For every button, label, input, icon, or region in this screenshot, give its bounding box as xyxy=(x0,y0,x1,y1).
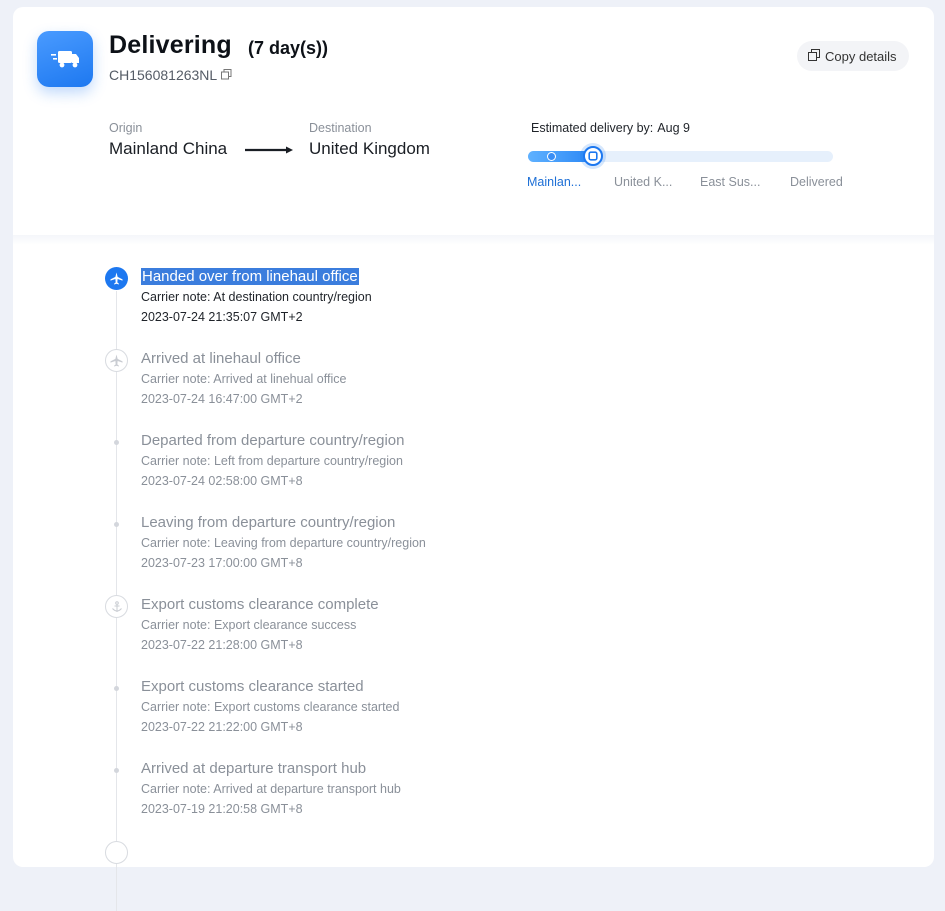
copy-details-label: Copy details xyxy=(825,48,897,64)
stage-label: Mainlan... xyxy=(527,175,582,189)
stage-label: Delivered xyxy=(790,175,843,189)
event-time: 2023-07-24 16:47:00 GMT+2 xyxy=(141,392,303,406)
progress-package-icon xyxy=(583,146,603,166)
event-time: 2023-07-19 21:20:58 GMT+8 xyxy=(141,802,303,816)
tracking-card: Delivering (7 day(s)) CH156081263NL Copy… xyxy=(13,7,934,911)
event-title[interactable]: Handed over from linehaul office xyxy=(141,268,359,285)
event-title: Leaving from departure country/region xyxy=(141,514,396,531)
stage-label: United K... xyxy=(614,175,673,189)
destination-value: United Kingdom xyxy=(309,139,430,158)
airplane-icon xyxy=(105,349,128,372)
event-note: Carrier note: At destination country/reg… xyxy=(141,290,372,304)
copy-icon xyxy=(808,48,820,64)
event-title: Export customs clearance started xyxy=(141,678,364,695)
eta-label: Estimated delivery by: xyxy=(531,121,654,135)
timeline-event: Arrived at departure transport hub Carri… xyxy=(13,737,934,819)
copy-details-button[interactable]: Copy details xyxy=(797,41,909,71)
event-note: Carrier note: Left from departure countr… xyxy=(141,454,403,468)
anchor-icon xyxy=(105,595,128,618)
airplane-icon xyxy=(105,267,128,290)
estimated-delivery: Estimated delivery by: Aug 9 xyxy=(531,121,690,135)
origin-block: Origin Mainland China xyxy=(109,121,227,159)
tracking-number: CH156081263NL xyxy=(109,67,218,83)
tracking-number-row: CH156081263NL xyxy=(109,67,232,83)
progress-track xyxy=(528,151,833,162)
event-note: Carrier note: Arrived at linehual office xyxy=(141,372,347,386)
timeline-dot xyxy=(114,440,119,445)
event-time: 2023-07-24 21:35:07 GMT+2 xyxy=(141,310,303,324)
stage-label: East Sus... xyxy=(700,175,761,189)
event-time: 2023-07-23 17:00:00 GMT+8 xyxy=(141,556,303,570)
timeline-dot xyxy=(114,522,119,527)
event-note: Carrier note: Leaving from departure cou… xyxy=(141,536,426,550)
timeline-dot xyxy=(114,686,119,691)
destination-label: Destination xyxy=(309,121,372,135)
event-title: Arrived at linehaul office xyxy=(141,350,301,367)
timeline-event: Export customs clearance complete Carrie… xyxy=(13,573,934,655)
event-time: 2023-07-24 02:58:00 GMT+8 xyxy=(141,474,303,488)
progress-start-dot xyxy=(547,152,556,161)
copy-tracking-icon[interactable] xyxy=(221,67,232,83)
event-note: Carrier note: Export customs clearance s… xyxy=(141,700,400,714)
event-title: Export customs clearance complete xyxy=(141,596,379,613)
event-title: Arrived at departure transport hub xyxy=(141,760,367,777)
status-title: Delivering xyxy=(109,31,232,59)
eta-value: Aug 9 xyxy=(657,121,690,135)
transit-days: (7 day(s)) xyxy=(248,38,329,58)
event-title: Departed from departure country/region xyxy=(141,432,405,449)
timeline-event: Export customs clearance started Carrier… xyxy=(13,655,934,737)
event-note: Carrier note: Export clearance success xyxy=(141,618,357,632)
timeline-marker xyxy=(105,841,128,864)
destination-block: Destination United Kingdom xyxy=(309,121,430,159)
event-time: 2023-07-22 21:22:00 GMT+8 xyxy=(141,720,303,734)
timeline-event: Handed over from linehaul office Carrier… xyxy=(13,245,934,327)
timeline-event-partial xyxy=(13,819,934,901)
shipment-summary: Delivering (7 day(s)) CH156081263NL Copy… xyxy=(13,7,934,235)
delivery-truck-icon xyxy=(37,31,93,87)
origin-value: Mainland China xyxy=(109,139,228,158)
event-note: Carrier note: Arrived at departure trans… xyxy=(141,782,401,796)
timeline-event: Departed from departure country/region C… xyxy=(13,409,934,491)
timeline-event: Leaving from departure country/region Ca… xyxy=(13,491,934,573)
section-divider xyxy=(13,235,934,245)
timeline-dot xyxy=(114,768,119,773)
event-time: 2023-07-22 21:28:00 GMT+8 xyxy=(141,638,303,652)
route-arrow-icon xyxy=(245,142,295,160)
timeline-event: Arrived at linehaul office Carrier note:… xyxy=(13,327,934,409)
origin-label: Origin xyxy=(109,121,143,135)
